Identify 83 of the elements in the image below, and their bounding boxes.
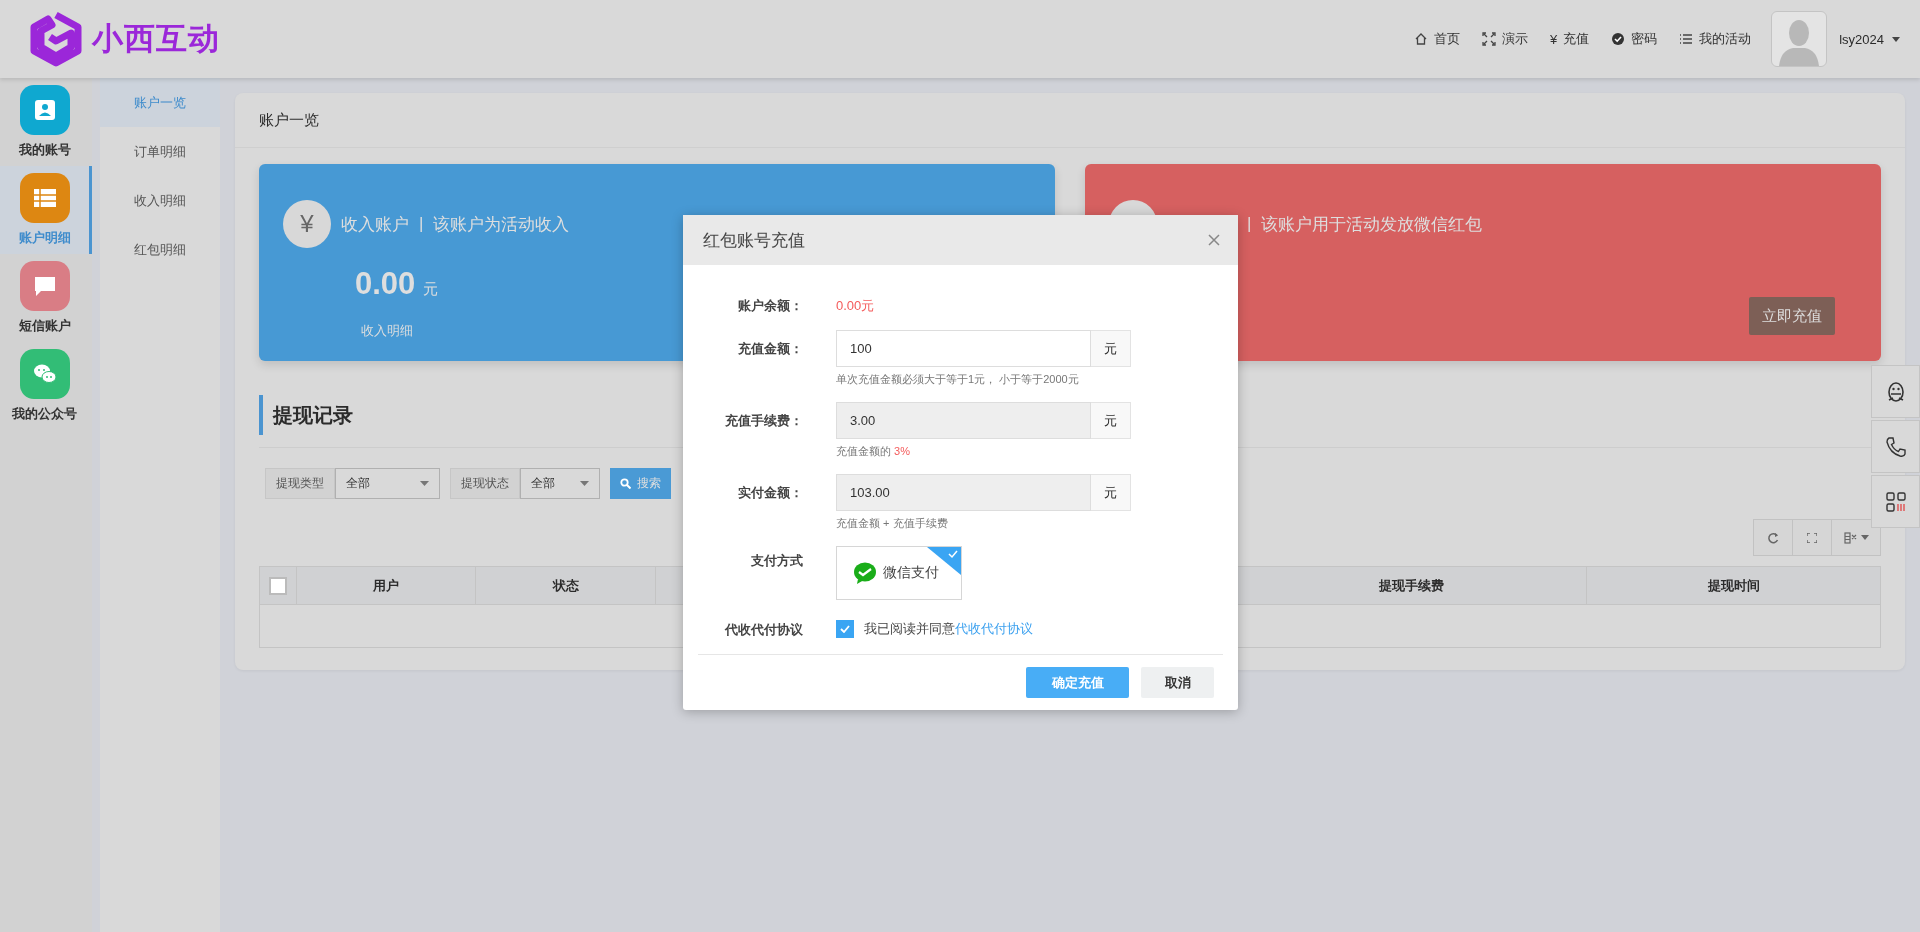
nav-link[interactable]: 我的活动 xyxy=(1679,30,1752,48)
nav-link[interactable]: 密码 xyxy=(1611,30,1658,48)
chat-bubbles-icon xyxy=(32,362,57,386)
cancel-button[interactable]: 取消 xyxy=(1141,667,1214,698)
caret-down-icon xyxy=(1860,535,1869,540)
search-icon xyxy=(620,478,631,489)
side-tool-button[interactable] xyxy=(1871,475,1920,528)
filter-select[interactable]: 全部 xyxy=(520,468,600,499)
yen-icon: ¥ xyxy=(1549,31,1558,47)
field-label: 充值金额： xyxy=(737,340,803,358)
columns-button[interactable] xyxy=(1831,519,1881,556)
refresh-button[interactable] xyxy=(1753,519,1793,556)
account-description: 该账户为活动收入 xyxy=(433,213,570,236)
subnav-item[interactable]: 订单明细 xyxy=(100,127,220,176)
field-label: 账户余额： xyxy=(737,297,803,315)
hint-text: 充值金额 + 充值手续费 xyxy=(836,516,949,531)
balance-amount: 0.00 xyxy=(355,266,416,302)
home-icon xyxy=(1413,32,1428,46)
recharge-button[interactable]: 立即充值 xyxy=(1749,297,1835,335)
column-header: 状态 xyxy=(476,567,656,604)
avatar[interactable] xyxy=(1771,11,1828,67)
dialog-title: 红包账号充值 xyxy=(703,229,805,252)
refresh-icon xyxy=(1767,531,1779,544)
nav-link[interactable]: 演示 xyxy=(1481,30,1528,48)
column-header: 提现时间 xyxy=(1706,576,1761,595)
logo-text: 小西互动 xyxy=(92,20,220,58)
columns-icon xyxy=(1843,531,1858,544)
unit-addon: 元 xyxy=(1091,330,1131,367)
fullscreen-icon xyxy=(1807,532,1817,543)
chat-bubble-icon xyxy=(32,274,57,298)
separator: | xyxy=(419,214,424,234)
table-icon xyxy=(32,186,57,210)
hint-text: 充值金额的 3% xyxy=(836,444,911,459)
user-name: lsy2024 xyxy=(1839,31,1884,47)
expand-icon xyxy=(1481,32,1496,46)
close-icon[interactable] xyxy=(1208,234,1220,246)
field-label: 实付金额： xyxy=(737,484,803,502)
contact-card-icon xyxy=(32,98,57,122)
check-badge-icon xyxy=(1611,32,1626,46)
select-all-checkbox[interactable] xyxy=(269,576,287,595)
unit-addon: 元 xyxy=(1091,474,1131,511)
yen-icon: ¥ xyxy=(283,200,331,248)
input-field[interactable]: 100 xyxy=(836,330,1091,367)
subnav-item[interactable]: 红包明细 xyxy=(100,225,220,274)
currency-unit: 元 xyxy=(423,280,439,299)
input-field[interactable]: 103.00 xyxy=(836,474,1091,511)
filter-label: 提现类型 xyxy=(265,468,335,499)
field-label: 代收代付协议 xyxy=(723,621,803,639)
caret-down-icon xyxy=(420,481,429,486)
separator: | xyxy=(1247,214,1252,234)
input-field[interactable]: 3.00 xyxy=(836,402,1091,439)
filter-select[interactable]: 全部 xyxy=(335,468,440,499)
subnav-item[interactable]: 收入明细 xyxy=(100,176,220,225)
chat-check-icon xyxy=(853,561,877,585)
balance-value: 0.00元 xyxy=(836,297,875,315)
user-menu[interactable]: lsy2024 xyxy=(1839,31,1900,47)
qr-grid-icon xyxy=(1884,490,1907,513)
side-tool-button[interactable] xyxy=(1871,420,1920,473)
unit-addon: 元 xyxy=(1091,402,1131,439)
column-header: 用户 xyxy=(297,567,476,604)
caret-down-icon xyxy=(1892,36,1900,42)
hint-text: 单次充值金额必须大于等于1元， 小于等于2000元 xyxy=(836,372,1080,387)
side-tool-button[interactable] xyxy=(1871,365,1920,418)
caret-down-icon xyxy=(580,481,589,486)
field-label: 充值手续费： xyxy=(724,412,803,430)
account-description: 该账户用于活动发放微信红包 xyxy=(1261,213,1483,236)
agreement-checkbox[interactable] xyxy=(836,620,854,638)
nav-link[interactable]: 首页 xyxy=(1413,30,1460,48)
phone-icon xyxy=(1884,435,1907,458)
check-icon xyxy=(840,625,850,633)
sidebar-item[interactable]: 我的账号 xyxy=(0,78,92,166)
field-label: 支付方式 xyxy=(750,552,803,570)
sidebar-item[interactable]: 我的公众号 xyxy=(0,342,92,430)
account-name: 收入账户 xyxy=(341,213,409,236)
payment-option[interactable]: 微信支付 xyxy=(836,546,962,600)
sidebar-item[interactable]: 短信账户 xyxy=(0,254,92,342)
nav-link[interactable]: ¥ 充值 xyxy=(1549,30,1590,48)
filter-label: 提现状态 xyxy=(450,468,520,499)
cube-logo-icon xyxy=(28,11,84,67)
list-icon xyxy=(1679,32,1694,46)
panel-title: 账户一览 xyxy=(259,110,319,130)
agreement-text: 我已阅读并同意代收代付协议 xyxy=(864,620,1033,638)
person-silhouette-icon xyxy=(1777,18,1822,66)
